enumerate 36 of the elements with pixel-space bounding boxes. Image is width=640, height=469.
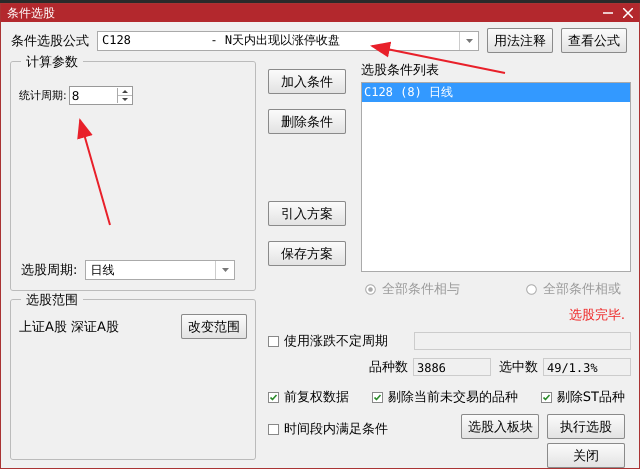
action-button[interactable]: 保存方案 (268, 241, 346, 266)
scope-text: 上证A股 深证A股 (19, 318, 119, 336)
option-checkbox[interactable]: 剔除当前未交易的品种 (372, 388, 518, 406)
spin-field[interactable]: 8 (68, 86, 133, 105)
close-button[interactable]: 关闭 (547, 443, 625, 468)
add-to-block-button[interactable]: 选股入板块 (461, 414, 539, 439)
formula-button[interactable]: 用法注释 (487, 28, 553, 53)
group-title: 计算参数 (21, 53, 83, 71)
run-button[interactable]: 执行选股 (547, 414, 625, 439)
spin-arrows-icon (116, 88, 132, 103)
action-button[interactable]: 引入方案 (268, 201, 346, 226)
option-checkbox[interactable]: 剔除ST品种 (540, 388, 625, 406)
formula-dropdown[interactable]: C128 - N天内出现以涨停收盘 (97, 30, 479, 50)
formula-button[interactable]: 查看公式 (561, 28, 627, 53)
count-field: 49/1.3% (543, 358, 631, 376)
option-checkbox[interactable]: 前复权数据 (268, 388, 349, 406)
count-label: 品种数 (369, 359, 408, 376)
window-title: 条件选股 (7, 4, 56, 22)
formula-label: 条件选股公式 (11, 32, 89, 50)
time-range-checkbox[interactable]: 时间段内满足条件 (268, 420, 388, 438)
period-dropdown[interactable]: 日线 (85, 260, 236, 280)
count-label: 选中数 (499, 359, 538, 376)
status-text: 选股完毕. (568, 307, 626, 324)
close-icon[interactable] (623, 8, 633, 18)
group-title: 选股范围 (21, 291, 83, 309)
parameter-label: 统计周期: (19, 88, 67, 103)
dropdown-caret-icon (466, 38, 472, 42)
dropdown-caret-icon (222, 268, 229, 272)
change-scope-button[interactable]: 改变范围 (181, 314, 247, 339)
variable-period-checkbox[interactable]: 使用涨跌不定周期 (268, 332, 388, 350)
action-button[interactable]: 删除条件 (268, 109, 346, 134)
count-field: 3886 (413, 358, 491, 376)
period-field[interactable] (414, 332, 631, 350)
action-button[interactable]: 加入条件 (268, 69, 346, 94)
list-title: 选股条件列表 (361, 62, 440, 79)
period-label: 选股周期: (21, 262, 78, 279)
